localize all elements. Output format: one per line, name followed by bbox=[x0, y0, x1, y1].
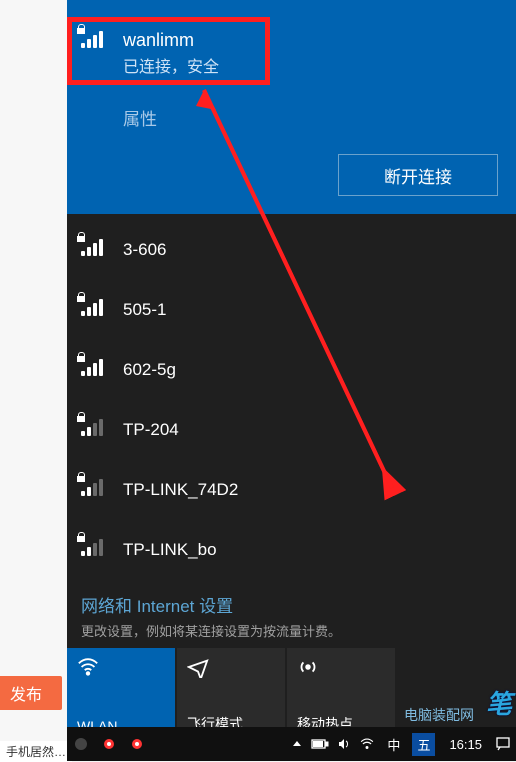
available-networks-list: 3-606 505-1 602-5g TP-204 TP-LINK_74D2 T… bbox=[67, 214, 516, 586]
lock-icon bbox=[77, 232, 85, 242]
ime-lang-indicator[interactable]: 中 bbox=[381, 727, 406, 761]
wifi-name: TP-204 bbox=[123, 420, 179, 440]
connected-network-status: 已连接，安全 bbox=[123, 53, 219, 77]
speaker-icon[interactable] bbox=[337, 737, 351, 751]
network-settings-link[interactable]: 网络和 Internet 设置 bbox=[81, 592, 502, 617]
wifi-name: 3-606 bbox=[123, 240, 166, 260]
wifi-name: 505-1 bbox=[123, 300, 166, 320]
network-properties-link[interactable]: 属性 bbox=[123, 105, 502, 130]
wifi-network-item[interactable]: TP-LINK_bo bbox=[67, 520, 516, 580]
wifi-name: 602-5g bbox=[123, 360, 176, 380]
disconnect-button[interactable]: 断开连接 bbox=[338, 154, 498, 196]
wifi-secured-icon bbox=[81, 538, 109, 562]
connected-network-name: wanlimm bbox=[123, 30, 219, 51]
wifi-secured-icon bbox=[81, 298, 109, 322]
lock-icon bbox=[77, 532, 85, 542]
taskbar-app-icon[interactable] bbox=[67, 727, 95, 761]
lock-icon bbox=[77, 412, 85, 422]
wifi-name: TP-LINK_bo bbox=[123, 540, 217, 560]
page-background bbox=[0, 0, 67, 761]
taskbar: 中 五 16:15 bbox=[67, 727, 516, 761]
taskbar-app-icon[interactable] bbox=[95, 727, 123, 761]
battery-icon[interactable] bbox=[311, 738, 329, 750]
wifi-network-item[interactable]: 3-606 bbox=[67, 220, 516, 280]
airplane-icon bbox=[187, 656, 209, 678]
wifi-secured-icon bbox=[81, 30, 109, 54]
tray-overflow-icon[interactable] bbox=[291, 738, 303, 750]
wifi-secured-icon bbox=[81, 358, 109, 382]
wifi-tray-icon[interactable] bbox=[359, 737, 375, 751]
connected-network-panel[interactable]: wanlimm 已连接，安全 属性 断开连接 bbox=[67, 0, 516, 214]
lock-icon bbox=[77, 352, 85, 362]
lock-icon bbox=[77, 292, 85, 302]
wifi-network-item[interactable]: TP-LINK_74D2 bbox=[67, 460, 516, 520]
ime-mode-indicator[interactable]: 五 bbox=[406, 727, 441, 761]
taskbar-app-icon[interactable] bbox=[123, 727, 151, 761]
lock-icon bbox=[77, 472, 85, 482]
action-center-icon[interactable] bbox=[490, 727, 516, 761]
wifi-network-item[interactable]: 602-5g bbox=[67, 340, 516, 400]
publish-button[interactable]: 发布 bbox=[0, 676, 62, 710]
network-settings-section: 网络和 Internet 设置 更改设置，例如将某连接设置为按流量计费。 bbox=[67, 586, 516, 648]
network-flyout: wanlimm 已连接，安全 属性 断开连接 3-606 505-1 602-5… bbox=[67, 0, 516, 727]
lock-icon bbox=[77, 24, 85, 34]
wifi-secured-icon bbox=[81, 238, 109, 262]
connected-network-row: wanlimm 已连接，安全 bbox=[81, 30, 502, 77]
browser-tab-hint: 手机居然… bbox=[0, 741, 72, 762]
wifi-secured-icon bbox=[81, 418, 109, 442]
taskbar-clock[interactable]: 16:15 bbox=[441, 727, 490, 761]
wifi-icon bbox=[77, 656, 99, 678]
wifi-name: TP-LINK_74D2 bbox=[123, 480, 238, 500]
hotspot-icon bbox=[297, 656, 319, 678]
network-settings-desc: 更改设置，例如将某连接设置为按流量计费。 bbox=[81, 621, 502, 640]
wifi-secured-icon bbox=[81, 478, 109, 502]
wifi-network-item[interactable]: TP-204 bbox=[67, 400, 516, 460]
tray-icons bbox=[285, 737, 381, 751]
wifi-network-item[interactable]: 505-1 bbox=[67, 280, 516, 340]
